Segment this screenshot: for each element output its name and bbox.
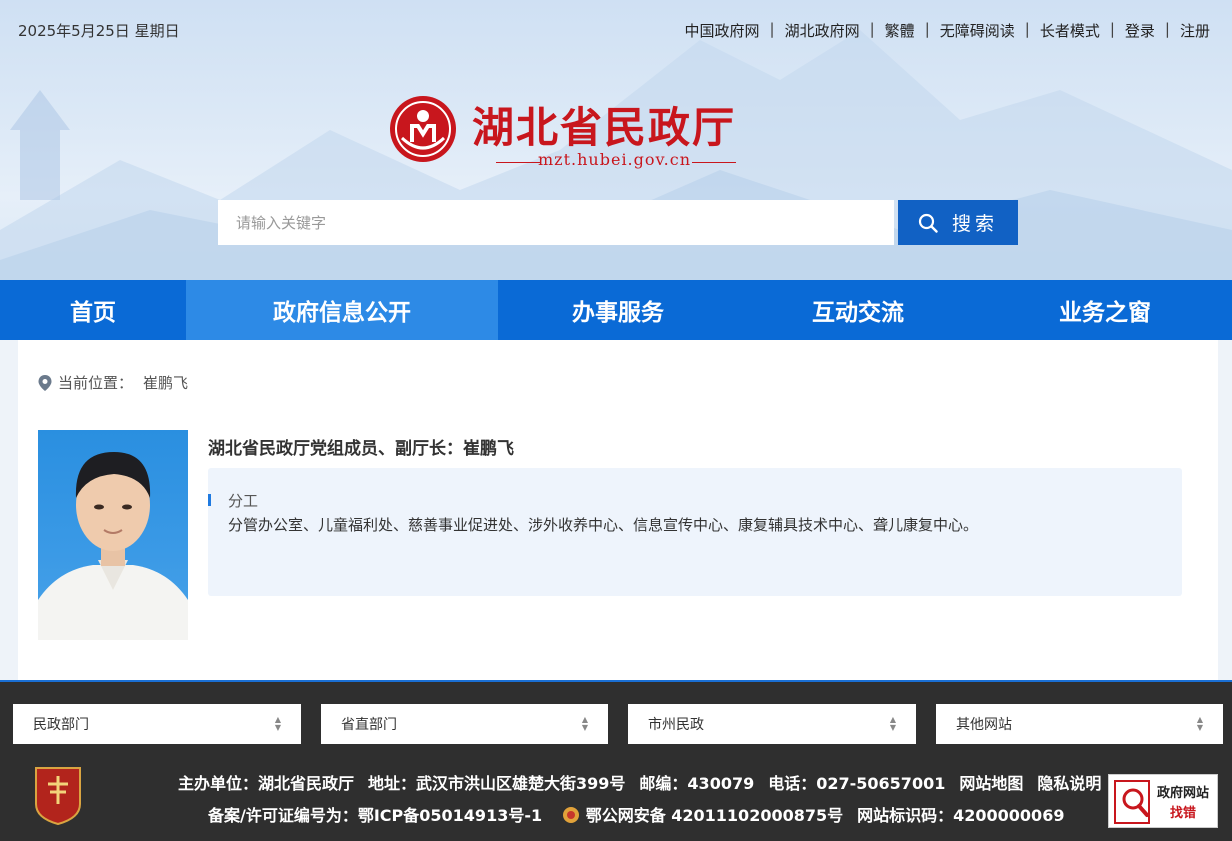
- footer-info-line1: 主办单位：湖北省民政厅 地址：武汉市洪山区雄楚大街399号 邮编：430079 电话：…: [178, 770, 1115, 794]
- nav-home[interactable]: 首页: [0, 280, 186, 340]
- police-badge-icon: [562, 807, 579, 823]
- breadcrumb-label: 当前位置：: [58, 374, 134, 392]
- select-civil-departments[interactable]: 民政部门 ▲ ▼: [13, 704, 301, 744]
- select-other-sites[interactable]: 其他网站 ▲ ▼: [936, 704, 1223, 744]
- link-register[interactable]: 注册: [1180, 20, 1210, 41]
- footer-postcode: 邮编：430079: [639, 774, 755, 793]
- footer-sitemap-link[interactable]: 网站地图: [959, 774, 1023, 793]
- link-accessibility[interactable]: 无障碍阅读: [940, 20, 1015, 41]
- link-traditional[interactable]: 繁體: [885, 20, 915, 41]
- logo-title: 湖北省民政厅: [472, 103, 737, 152]
- search-icon: [918, 213, 938, 233]
- link-hubei-gov[interactable]: 湖北政府网: [785, 20, 860, 41]
- nav-business[interactable]: 业务之窗: [978, 280, 1232, 340]
- link-china-gov[interactable]: 中国政府网: [685, 20, 760, 41]
- party-gov-badge-icon: [35, 767, 81, 826]
- main-nav: 首页 政府信息公开 办事服务 互动交流 业务之窗: [0, 280, 1232, 340]
- select-arrows-icon: ▲ ▼: [274, 715, 281, 732]
- location-pin-icon: [38, 374, 52, 391]
- duty-panel: 分工 分管办公室、儿童福利处、慈善事业促进处、涉外收养中心、信息宣传中心、康复辅…: [208, 468, 1182, 596]
- report-error-button[interactable]: 政府网站 找错: [1108, 774, 1218, 828]
- duty-label: 分工: [228, 492, 259, 510]
- footer-site-code: 网站标识码：4200000069: [857, 806, 1065, 825]
- footer-privacy-link[interactable]: 隐私说明: [1037, 774, 1101, 793]
- footer: 民政部门 ▲ ▼ 省直部门 ▲ ▼ 市州民政 ▲ ▼ 其他网站 ▲ ▼ 主办单位：湖北省…: [0, 680, 1232, 841]
- duty-text: 分管办公室、儿童福利处、慈善事业促进处、涉外收养中心、信息宣传中心、康复辅具技术…: [228, 516, 979, 534]
- footer-phone: 电话：027-50657001: [768, 774, 946, 793]
- select-provincial-departments[interactable]: 省直部门 ▲ ▼: [321, 704, 608, 744]
- search-button-label: 搜索: [951, 213, 998, 235]
- breadcrumb-current: 崔鹏飞: [143, 374, 189, 392]
- breadcrumb: 当前位置： 崔鹏飞: [38, 372, 188, 393]
- logo-divider-left: [496, 162, 540, 163]
- select-other-sites-label: 其他网站: [956, 717, 1012, 733]
- search-input[interactable]: 请输入关键字: [218, 200, 894, 245]
- top-links: 中国政府网 | 湖北政府网 | 繁體 | 无障碍阅读 | 长者模式 | 登录 | 注册: [684, 20, 1210, 41]
- header-banner: 2025年5月25日 星期日 中国政府网 | 湖北政府网 | 繁體 | 无障碍阅读 | …: [0, 0, 1232, 280]
- select-arrows-icon: ▲ ▼: [889, 715, 896, 732]
- footer-address: 地址：武汉市洪山区雄楚大街399号: [368, 774, 626, 793]
- civil-affairs-emblem-icon: [390, 96, 456, 162]
- select-city-civil[interactable]: 市州民政 ▲ ▼: [628, 704, 916, 744]
- report-line2: 找错: [1170, 805, 1196, 821]
- footer-police-link[interactable]: 鄂公网安备 42011102000875号: [586, 806, 843, 825]
- footer-icp-link[interactable]: 备案/许可证编号为：鄂ICP备05014913号-1: [208, 806, 542, 825]
- logo-url: mzt.hubei.gov.cn: [538, 150, 692, 169]
- official-title: 湖北省民政厅党组成员、副厅长：崔鹏飞: [208, 439, 514, 459]
- portrait-image: [38, 452, 188, 640]
- report-error-graphic: 政府网站 找错: [1114, 780, 1209, 824]
- select-provincial-departments-label: 省直部门: [341, 717, 397, 733]
- footer-info-line2: 备案/许可证编号为：鄂ICP备05014913号-1 鄂公网安备 4201110…: [208, 802, 1078, 826]
- search-button[interactable]: 搜索: [898, 200, 1018, 245]
- main-content: 当前位置： 崔鹏飞 湖北省民政厅党组成员、副厅长：崔鹏飞 分工 分管办公室、儿童…: [18, 340, 1218, 680]
- duty-accent-bar: [208, 494, 211, 506]
- site-logo[interactable]: 湖北省民政厅 mzt.hubei.gov.cn: [388, 94, 736, 169]
- report-line1: 政府网站: [1157, 785, 1209, 801]
- party-gov-badge[interactable]: [32, 764, 84, 826]
- select-arrows-icon: ▲ ▼: [1196, 715, 1203, 732]
- select-arrows-icon: ▲ ▼: [581, 715, 588, 732]
- link-elder-mode[interactable]: 长者模式: [1040, 20, 1100, 41]
- nav-interaction[interactable]: 互动交流: [738, 280, 978, 340]
- nav-services[interactable]: 办事服务: [498, 280, 738, 340]
- select-city-civil-label: 市州民政: [648, 717, 704, 733]
- footer-host: 主办单位：湖北省民政厅: [178, 774, 355, 793]
- link-login[interactable]: 登录: [1125, 20, 1155, 41]
- select-civil-departments-label: 民政部门: [33, 717, 89, 733]
- nav-gov-info[interactable]: 政府信息公开: [186, 280, 498, 340]
- official-photo: [38, 430, 188, 640]
- logo-divider-right: [692, 162, 736, 163]
- current-date: 2025年5月25日 星期日: [18, 22, 180, 40]
